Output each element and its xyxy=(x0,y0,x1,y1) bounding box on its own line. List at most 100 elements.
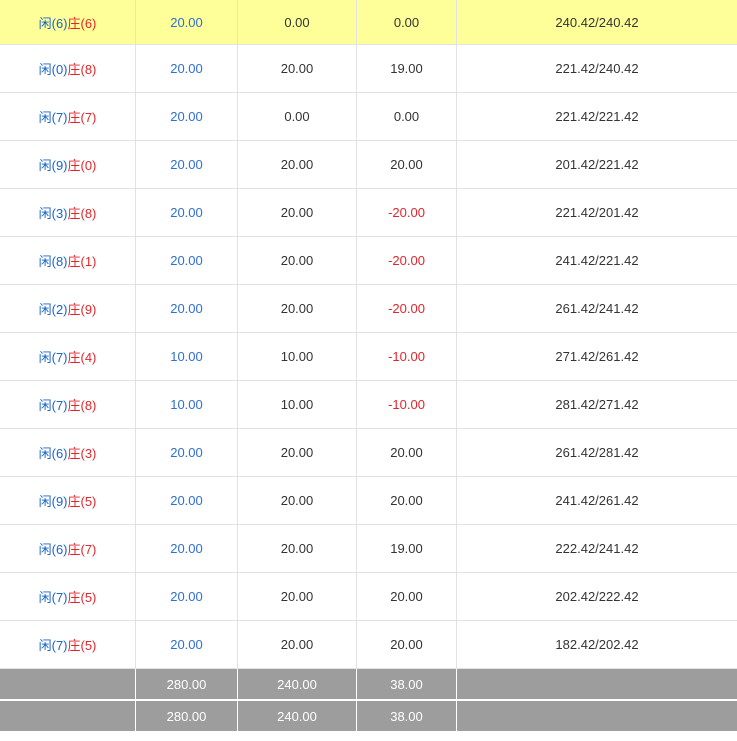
totals-label xyxy=(0,701,136,731)
win-loss: 19.00 xyxy=(357,525,457,572)
table-row[interactable]: 闲(6) 庄(3) 20.00 20.00 20.00 261.42/281.42 xyxy=(0,429,737,477)
balance: 202.42/222.42 xyxy=(555,589,639,604)
valid-bet: 20.00 xyxy=(238,141,357,188)
bet-amount: 20.00 xyxy=(136,45,238,92)
result-cell: 闲(9) 庄(0) xyxy=(0,141,136,188)
table-row[interactable]: 闲(9) 庄(0) 20.00 20.00 20.00 201.42/221.42 xyxy=(0,141,737,189)
win-loss: 20.00 xyxy=(357,429,457,476)
player-result: 闲(6) xyxy=(38,542,68,557)
win-loss: -10.00 xyxy=(357,333,457,380)
table-row[interactable]: 闲(7) 庄(5) 20.00 20.00 20.00 202.42/222.42 xyxy=(0,573,737,621)
table-row[interactable]: 闲(0) 庄(8) 20.00 20.00 19.00 221.42/240.42 xyxy=(0,45,737,93)
player-result: 闲(9) xyxy=(38,494,68,509)
banker-result: 庄(5) xyxy=(67,590,97,605)
win-loss: 20.00 xyxy=(357,141,457,188)
balance: 221.42/221.42 xyxy=(555,109,639,124)
bet-amount: 10.00 xyxy=(136,381,238,428)
banker-result: 庄(5) xyxy=(67,638,97,653)
total-bet: 280.00 xyxy=(136,669,238,699)
bet-amount: 20.00 xyxy=(136,621,238,668)
totals-row: 280.00 240.00 38.00 xyxy=(0,669,737,701)
banker-result: 庄(8) xyxy=(67,398,97,413)
result-cell: 闲(0) 庄(8) xyxy=(0,45,136,92)
totals-blank xyxy=(457,669,737,699)
result-cell: 闲(7) 庄(8) xyxy=(0,381,136,428)
result-cell: 闲(7) 庄(4) xyxy=(0,333,136,380)
bet-amount: 20.00 xyxy=(136,93,238,140)
valid-bet: 20.00 xyxy=(238,285,357,332)
totals-blank xyxy=(457,701,737,731)
valid-bet: 20.00 xyxy=(238,45,357,92)
table-row[interactable]: 闲(6) 庄(7) 20.00 20.00 19.00 222.42/241.42 xyxy=(0,525,737,573)
total-bet: 280.00 xyxy=(136,701,238,731)
win-loss: -10.00 xyxy=(357,381,457,428)
total-winloss: 38.00 xyxy=(357,701,457,731)
table-row[interactable]: 闲(6) 庄(6) 20.00 0.00 0.00 240.42/240.42 xyxy=(0,0,737,45)
balance: 281.42/271.42 xyxy=(555,397,639,412)
bet-amount: 20.00 xyxy=(136,525,238,572)
bet-amount: 20.00 xyxy=(136,141,238,188)
totals-section: 280.00 240.00 38.00 280.00 240.00 38.00 xyxy=(0,669,737,733)
balance: 261.42/241.42 xyxy=(555,301,639,316)
result-cell: 闲(8) 庄(1) xyxy=(0,237,136,284)
valid-bet: 0.00 xyxy=(238,93,357,140)
valid-bet: 10.00 xyxy=(238,333,357,380)
table-row[interactable]: 闲(3) 庄(8) 20.00 20.00 -20.00 221.42/201.42 xyxy=(0,189,737,237)
bet-amount: 20.00 xyxy=(136,573,238,620)
table-row[interactable]: 闲(2) 庄(9) 20.00 20.00 -20.00 261.42/241.42 xyxy=(0,285,737,333)
banker-result: 庄(7) xyxy=(67,542,97,557)
result-cell: 闲(6) 庄(3) xyxy=(0,429,136,476)
result-cell: 闲(7) 庄(5) xyxy=(0,621,136,668)
table-row[interactable]: 闲(7) 庄(7) 20.00 0.00 0.00 221.42/221.42 xyxy=(0,93,737,141)
table-row[interactable]: 闲(7) 庄(5) 20.00 20.00 20.00 182.42/202.42 xyxy=(0,621,737,669)
player-result: 闲(3) xyxy=(38,206,68,221)
balance: 241.42/221.42 xyxy=(555,253,639,268)
valid-bet: 10.00 xyxy=(238,381,357,428)
result-cell: 闲(6) 庄(6) xyxy=(0,0,136,44)
valid-bet: 0.00 xyxy=(238,0,357,44)
win-loss: 0.00 xyxy=(357,0,457,44)
player-result: 闲(7) xyxy=(38,638,68,653)
valid-bet: 20.00 xyxy=(238,189,357,236)
result-cell: 闲(7) 庄(5) xyxy=(0,573,136,620)
bet-amount: 20.00 xyxy=(136,0,238,44)
balance: 240.42/240.42 xyxy=(555,14,639,30)
bet-amount: 10.00 xyxy=(136,333,238,380)
table-row[interactable]: 闲(8) 庄(1) 20.00 20.00 -20.00 241.42/221.42 xyxy=(0,237,737,285)
player-result: 闲(7) xyxy=(38,110,68,125)
banker-result: 庄(7) xyxy=(67,110,97,125)
player-result: 闲(7) xyxy=(38,590,68,605)
valid-bet: 20.00 xyxy=(238,429,357,476)
player-result: 闲(2) xyxy=(38,302,68,317)
balance: 261.42/281.42 xyxy=(555,445,639,460)
balance: 221.42/240.42 xyxy=(555,61,639,76)
result-cell: 闲(3) 庄(8) xyxy=(0,189,136,236)
banker-result: 庄(1) xyxy=(67,254,97,269)
banker-result: 庄(8) xyxy=(67,206,97,221)
valid-bet: 20.00 xyxy=(238,477,357,524)
totals-row: 280.00 240.00 38.00 xyxy=(0,701,737,733)
balance: 221.42/201.42 xyxy=(555,205,639,220)
valid-bet: 20.00 xyxy=(238,573,357,620)
table-row[interactable]: 闲(9) 庄(5) 20.00 20.00 20.00 241.42/261.42 xyxy=(0,477,737,525)
win-loss: -20.00 xyxy=(357,237,457,284)
valid-bet: 20.00 xyxy=(238,621,357,668)
banker-result: 庄(5) xyxy=(67,494,97,509)
banker-result: 庄(8) xyxy=(67,62,97,77)
win-loss: 20.00 xyxy=(357,573,457,620)
player-result: 闲(6) xyxy=(38,446,68,461)
result-cell: 闲(9) 庄(5) xyxy=(0,477,136,524)
player-result: 闲(6) xyxy=(38,15,68,31)
table-row[interactable]: 闲(7) 庄(8) 10.00 10.00 -10.00 281.42/271.42 xyxy=(0,381,737,429)
win-loss: 20.00 xyxy=(357,621,457,668)
win-loss: 0.00 xyxy=(357,93,457,140)
balance: 241.42/261.42 xyxy=(555,493,639,508)
bet-amount: 20.00 xyxy=(136,477,238,524)
player-result: 闲(7) xyxy=(38,350,68,365)
bet-amount: 20.00 xyxy=(136,429,238,476)
total-winloss: 38.00 xyxy=(357,669,457,699)
player-result: 闲(9) xyxy=(38,158,68,173)
table-row[interactable]: 闲(7) 庄(4) 10.00 10.00 -10.00 271.42/261.42 xyxy=(0,333,737,381)
total-valid: 240.00 xyxy=(238,669,357,699)
bet-history-table: 闲(6) 庄(6) 20.00 0.00 0.00 240.42/240.42 闲(0) … xyxy=(0,0,737,733)
